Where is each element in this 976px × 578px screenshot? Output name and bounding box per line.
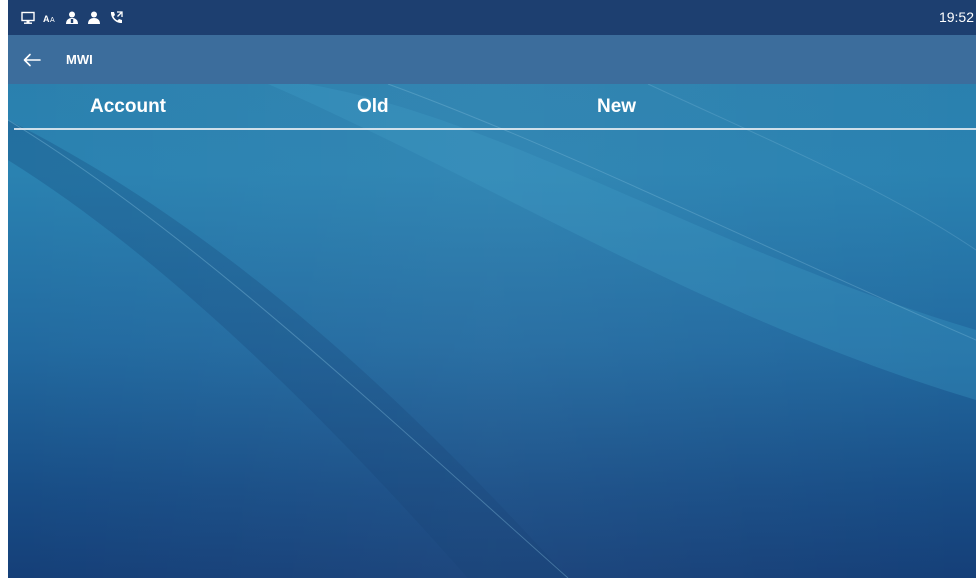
table-header: Account Old New: [14, 84, 976, 130]
phone-screen: AA 19:52 MWI Account Old New: [8, 0, 976, 578]
page-title: MWI: [66, 52, 93, 67]
column-header-new: New: [597, 96, 637, 117]
status-clock: 19:52: [938, 9, 974, 25]
display-icon: [20, 10, 36, 26]
svg-text:A: A: [43, 14, 50, 24]
back-arrow-icon: [23, 53, 41, 66]
status-icons: AA: [20, 10, 124, 26]
contacts-icon: [64, 10, 80, 26]
call-forward-icon: [108, 10, 124, 26]
text-size-icon: AA: [42, 10, 58, 26]
column-header-account: Account: [90, 96, 166, 117]
status-bar: AA 19:52: [8, 0, 976, 35]
column-header-old: Old: [357, 96, 389, 117]
svg-text:A: A: [50, 17, 55, 24]
title-bar: MWI: [8, 35, 976, 84]
back-button[interactable]: [12, 35, 52, 84]
user-icon: [86, 10, 102, 26]
